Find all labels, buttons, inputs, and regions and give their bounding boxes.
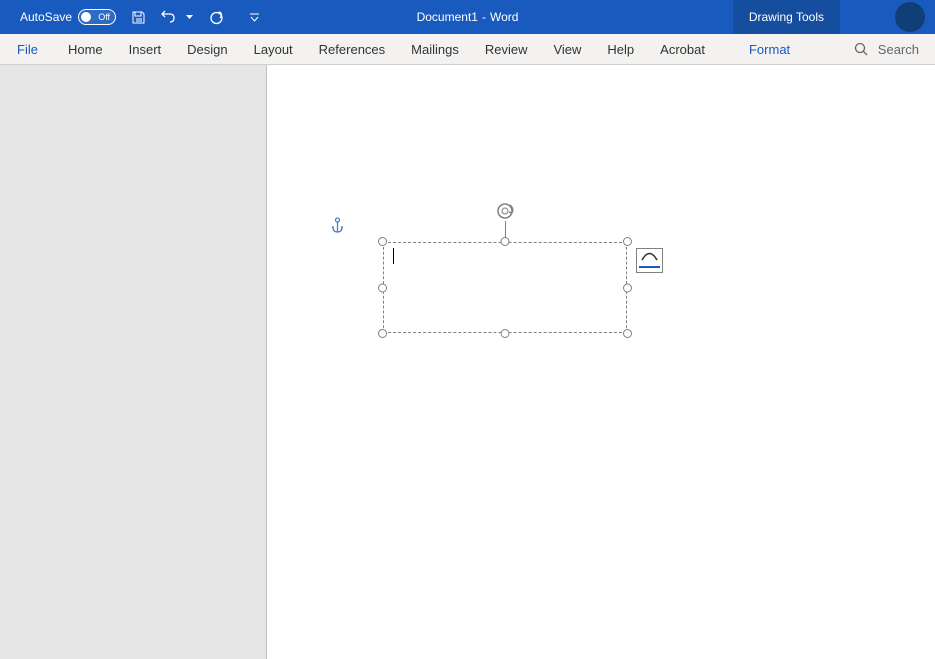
document-area <box>0 65 935 659</box>
tab-design[interactable]: Design <box>174 34 240 65</box>
autosave-group: AutoSave Off <box>0 9 116 25</box>
layout-options-button[interactable] <box>636 248 663 273</box>
redo-icon[interactable] <box>208 9 224 25</box>
handle-top-middle[interactable] <box>501 237 510 246</box>
textbox-container <box>383 242 627 333</box>
tab-file[interactable]: File <box>0 34 55 65</box>
tab-review[interactable]: Review <box>472 34 541 65</box>
tab-format[interactable]: Format <box>736 34 803 65</box>
search-group[interactable]: Search <box>854 42 919 57</box>
drawing-tools-tab[interactable]: Drawing Tools <box>733 0 840 34</box>
search-icon <box>854 42 868 56</box>
doc-name: Document1 <box>417 10 478 24</box>
handle-middle-left[interactable] <box>378 283 387 292</box>
handle-bottom-middle[interactable] <box>501 329 510 338</box>
undo-icon[interactable] <box>160 9 176 25</box>
document-title: Document1 - Word <box>417 10 519 24</box>
tab-acrobat[interactable]: Acrobat <box>647 34 718 65</box>
drawing-tools-label: Drawing Tools <box>749 10 824 24</box>
tab-view[interactable]: View <box>540 34 594 65</box>
text-cursor <box>393 248 394 264</box>
toggle-state: Off <box>98 12 110 22</box>
tab-references[interactable]: References <box>306 34 398 65</box>
handle-top-right[interactable] <box>623 237 632 246</box>
tab-layout[interactable]: Layout <box>241 34 306 65</box>
tab-help[interactable]: Help <box>594 34 647 65</box>
ribbon-tabs: File Home Insert Design Layout Reference… <box>0 34 935 65</box>
customize-qat-icon[interactable] <box>246 9 262 25</box>
textbox[interactable] <box>383 242 627 333</box>
autosave-toggle[interactable]: Off <box>78 9 116 25</box>
app-name: Word <box>490 10 518 24</box>
handle-middle-right[interactable] <box>623 283 632 292</box>
title-separator: - <box>482 10 486 24</box>
page[interactable] <box>266 65 935 659</box>
handle-top-left[interactable] <box>378 237 387 246</box>
toggle-knob <box>81 12 91 22</box>
quick-access-toolbar <box>130 9 262 25</box>
tab-home[interactable]: Home <box>55 34 116 65</box>
handle-bottom-right[interactable] <box>623 329 632 338</box>
layout-options-icon <box>639 253 660 268</box>
tab-mailings[interactable]: Mailings <box>398 34 472 65</box>
undo-dropdown[interactable] <box>186 15 194 19</box>
search-label: Search <box>878 42 919 57</box>
anchor-icon <box>330 217 345 238</box>
save-icon[interactable] <box>130 9 146 25</box>
tab-insert[interactable]: Insert <box>116 34 175 65</box>
rotate-handle[interactable] <box>496 201 518 226</box>
handle-bottom-left[interactable] <box>378 329 387 338</box>
autosave-label: AutoSave <box>20 10 72 24</box>
title-bar: AutoSave Off Document1 - Word Drawing To… <box>0 0 935 34</box>
user-avatar[interactable] <box>895 2 925 32</box>
